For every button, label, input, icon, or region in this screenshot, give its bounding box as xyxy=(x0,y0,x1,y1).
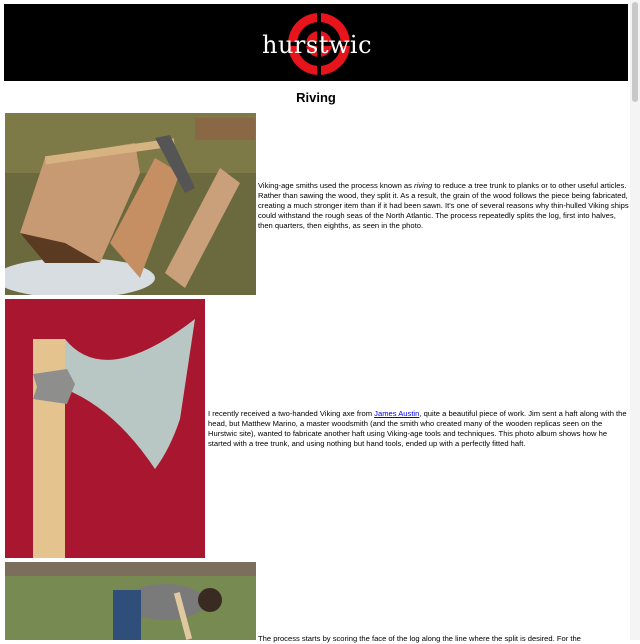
page-title: Riving xyxy=(296,90,336,105)
scrollbar-thumb[interactable] xyxy=(632,2,638,102)
scoring-paragraph: The process starts by scoring the face o… xyxy=(258,634,581,643)
split-log-photo xyxy=(5,113,256,295)
site-banner: hurstwic xyxy=(4,4,628,81)
woodsmith-scoring-log-photo xyxy=(5,562,256,640)
riving-intro-paragraph: Viking-age smiths used the process known… xyxy=(258,181,629,230)
viking-axe-photo xyxy=(5,299,205,558)
page-scrollbar[interactable] xyxy=(630,0,640,640)
viking-axe-paragraph: I recently received a two-handed Viking … xyxy=(208,409,627,448)
james-austin-link[interactable]: James Austin xyxy=(374,409,419,418)
site-logo-text[interactable]: hurstwic xyxy=(262,31,372,59)
